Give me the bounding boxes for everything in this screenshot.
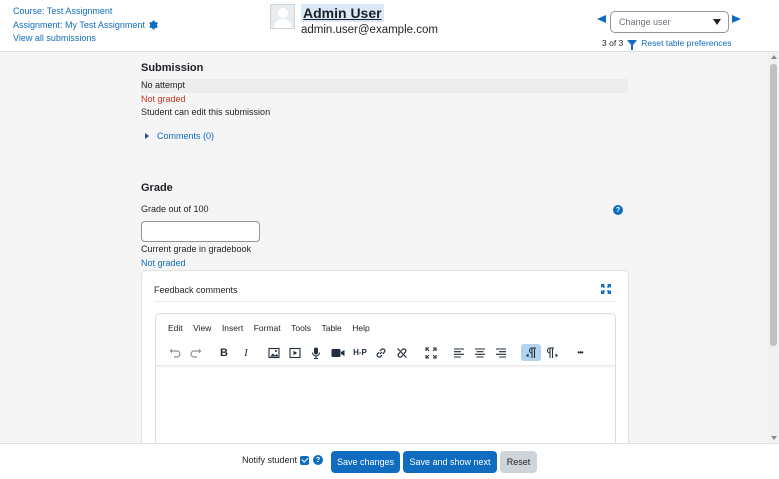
reset-button[interactable]: Reset — [500, 451, 537, 473]
grade-heading: Grade — [141, 182, 173, 194]
user-email: admin.user@example.com — [301, 24, 438, 36]
menu-insert[interactable]: Insert — [222, 323, 243, 333]
course-link[interactable]: Course: Test Assignment — [13, 5, 112, 19]
change-user-placeholder: Change user — [619, 17, 671, 27]
bold-icon[interactable]: B — [215, 344, 233, 361]
link-icon[interactable] — [372, 344, 390, 361]
gradebook-label: Current grade in gradebook — [141, 244, 252, 254]
feedback-comments-title: Feedback comments — [154, 285, 238, 295]
submission-status: No attempt — [141, 79, 628, 93]
divider — [154, 301, 616, 302]
save-and-show-next-button[interactable]: Save and show next — [403, 451, 497, 473]
save-changes-button[interactable]: Save changes — [331, 451, 400, 473]
reset-table-preferences-link[interactable]: Reset table preferences — [641, 38, 731, 48]
rich-text-editor: Edit View Insert Format Tools Table Help… — [155, 313, 616, 443]
menu-tools[interactable]: Tools — [291, 323, 311, 333]
align-right-icon[interactable] — [492, 344, 510, 361]
notify-student-label: Notify student — [242, 455, 298, 465]
feedback-comments-card: Feedback comments Edit View Insert Forma… — [141, 270, 629, 443]
align-center-icon[interactable] — [471, 344, 489, 361]
ltr-icon[interactable] — [521, 344, 541, 361]
comments-toggle[interactable]: Comments (0) — [145, 131, 214, 141]
previous-user-icon[interactable] — [597, 15, 606, 23]
view-all-submissions-link[interactable]: View all submissions — [13, 32, 96, 46]
notify-student[interactable]: Notify student ? — [242, 455, 324, 465]
video-camera-icon[interactable] — [328, 344, 348, 361]
caret-right-icon — [145, 133, 149, 139]
grading-panel: Submission No attempt Not graded Student… — [0, 52, 768, 443]
more-icon[interactable]: ••• — [571, 344, 589, 361]
vertical-scrollbar[interactable] — [768, 52, 779, 443]
menu-format[interactable]: Format — [254, 323, 281, 333]
pager: 3 of 3 Reset table preferences — [602, 38, 732, 50]
breadcrumb: Course: Test Assignment Assignment: My T… — [13, 5, 158, 46]
menu-table[interactable]: Table — [321, 323, 341, 333]
next-user-icon[interactable] — [732, 15, 741, 23]
align-left-icon[interactable] — [450, 344, 468, 361]
notify-student-checkbox[interactable] — [300, 455, 310, 465]
microphone-icon[interactable] — [307, 344, 325, 361]
avatar — [270, 4, 295, 29]
gradebook-value-link[interactable]: Not graded — [141, 258, 186, 268]
scroll-down-icon[interactable] — [771, 436, 777, 440]
h5p-icon[interactable]: H-P — [350, 344, 370, 361]
filter-icon[interactable] — [627, 40, 638, 50]
menu-help[interactable]: Help — [352, 323, 369, 333]
menu-edit[interactable]: Edit — [168, 323, 183, 333]
scroll-up-icon[interactable] — [771, 55, 777, 59]
italic-icon[interactable]: I — [237, 344, 255, 361]
action-bar: Notify student ? Save changes Save and s… — [0, 443, 779, 479]
grade-out-of-label: Grade out of 100 — [141, 204, 209, 214]
help-icon[interactable]: ? — [313, 455, 324, 465]
redo-icon[interactable] — [187, 344, 205, 361]
chevron-down-icon — [713, 19, 721, 25]
expand-icon[interactable] — [601, 284, 611, 294]
grade-input[interactable] — [141, 221, 260, 242]
rtl-icon[interactable] — [544, 344, 562, 361]
editor-toolbar: B I H-P ••• — [166, 344, 606, 361]
user-name-link[interactable]: Admin User — [301, 4, 384, 22]
unlink-icon[interactable] — [393, 344, 411, 361]
editor-menubar: Edit View Insert Format Tools Table Help — [168, 323, 380, 333]
scroll-thumb[interactable] — [770, 64, 777, 346]
submission-status-table: No attempt Not graded Student can edit t… — [141, 79, 628, 120]
submission-heading: Submission — [141, 62, 204, 74]
help-icon[interactable]: ? — [613, 205, 623, 215]
toolbar-separator — [156, 365, 615, 368]
assignment-link[interactable]: Assignment: My Test Assignment — [13, 19, 145, 33]
edit-status: Student can edit this submission — [141, 107, 271, 117]
menu-view[interactable]: View — [193, 323, 211, 333]
undo-icon[interactable] — [166, 344, 184, 361]
media-icon[interactable] — [286, 344, 304, 361]
grader-header: Course: Test Assignment Assignment: My T… — [0, 0, 779, 52]
fullscreen-icon[interactable] — [422, 344, 440, 361]
gear-icon[interactable] — [148, 20, 158, 30]
change-user-select[interactable]: Change user — [610, 11, 729, 33]
current-user: Admin User admin.user@example.com — [270, 4, 438, 36]
comments-label: Comments (0) — [157, 131, 215, 141]
grading-status: Not graded — [141, 93, 186, 104]
image-icon[interactable] — [265, 344, 283, 361]
pager-count: 3 of 3 — [602, 38, 624, 48]
